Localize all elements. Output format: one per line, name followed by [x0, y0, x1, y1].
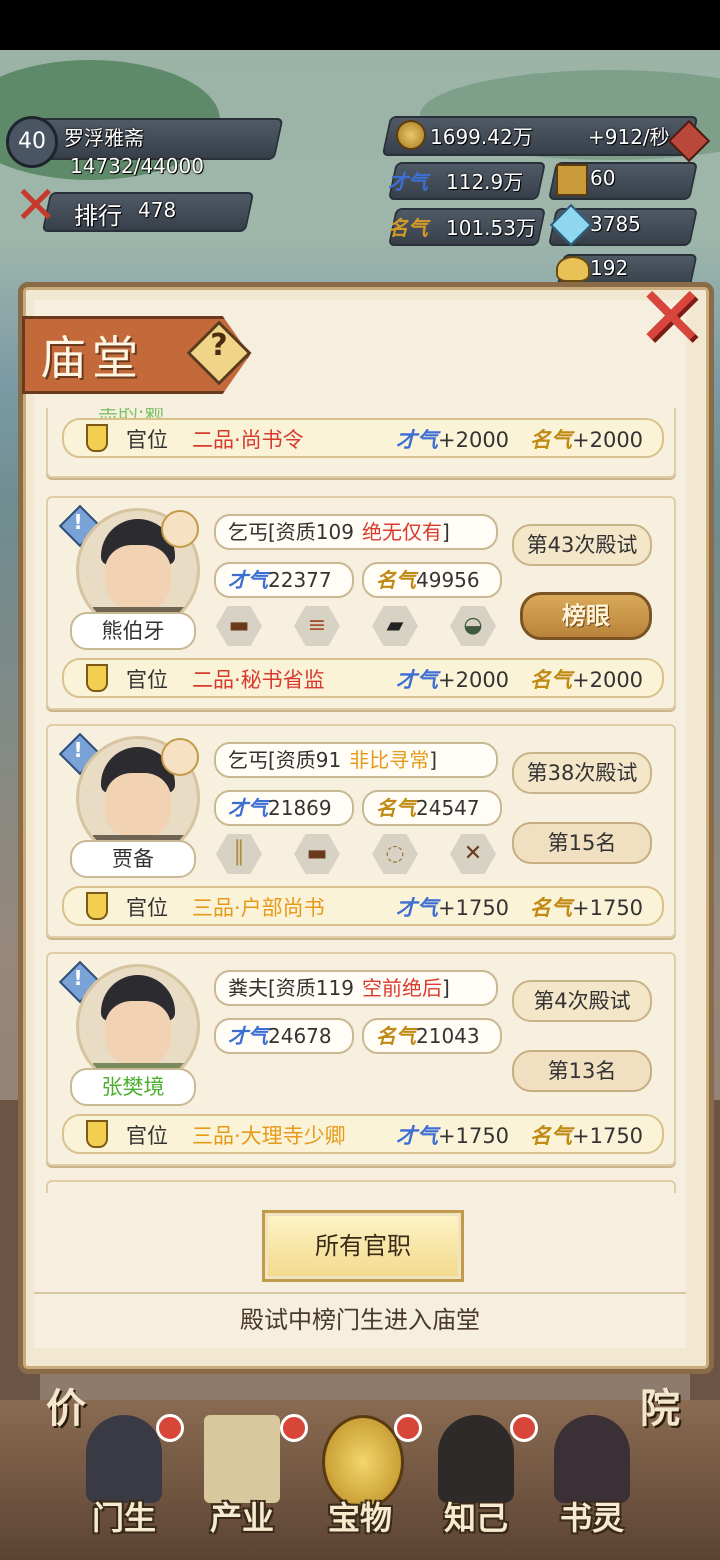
panel-title: 庙堂 [40, 331, 144, 385]
office-shield-icon [86, 892, 108, 920]
gold-seal-value: 60 [590, 166, 616, 190]
exp-text: 14732/44000 [70, 154, 204, 178]
talent-value: 21869 [268, 796, 332, 820]
talent-pill: 才气24678 [214, 1018, 354, 1054]
honor-badge: 榜眼 [520, 592, 652, 640]
office-shield-icon [86, 424, 108, 452]
office-fame-bonus: +2000 [572, 428, 644, 452]
help-glyph: ? [210, 328, 228, 363]
office-shield-icon [86, 1120, 108, 1148]
gem-value: 3785 [590, 212, 641, 236]
inkstick-icon: ▰ [386, 613, 404, 638]
bamboo-slips-icon: ║ [232, 841, 246, 866]
hud-talent-value: 112.9万 [446, 170, 524, 194]
office-label: 官位 [126, 428, 168, 452]
zither-icon: ▬ [228, 613, 250, 638]
office-title: 二品·秘书省监 [192, 668, 325, 692]
gold-seal-icon [556, 164, 588, 196]
office-talent-bonus: +1750 [438, 1124, 510, 1148]
partial-card[interactable]: 羔的·赖 官位 二品·尚书令 才气+2000 名气+2000 [46, 408, 676, 478]
talent-value: 24678 [268, 1024, 332, 1048]
ingot-value: 192 [590, 256, 629, 280]
hud-fame-value: 101.53万 [446, 216, 536, 240]
origin-pill: 粪夫[资质119 空前绝后] [214, 970, 498, 1006]
exam-round: 第43次殿试 [512, 524, 652, 566]
origin-pill: 乞丐[资质109 绝无仅有] [214, 514, 498, 550]
consort-portrait [161, 738, 199, 776]
footer-note: 殿试中榜门生进入庙堂 [240, 1306, 480, 1334]
office-row: 官位 三品·大理寺少卿 才气+1750 名气+1750 [62, 1114, 664, 1154]
quality-grade: 绝无仅有 [361, 520, 442, 544]
office-talent-bonus: +1750 [438, 896, 510, 920]
prayer-beads-icon: ◌ [385, 841, 405, 866]
book-spirit-icon [554, 1415, 630, 1503]
fame-pill: 名气24547 [362, 790, 502, 826]
origin-pill: 乞丐[资质91 非比寻常] [214, 742, 498, 778]
money-rate: +912/秒 [588, 125, 670, 149]
confidant-icon [438, 1415, 514, 1503]
disciple-card[interactable]: ! 张樊境 粪夫[资质119 空前绝后] 才气24678 名气21043 第4次殿… [46, 952, 676, 1166]
consort-portrait [161, 510, 199, 548]
fame-value: 24547 [416, 796, 480, 820]
exam-round: 第4次殿试 [512, 980, 652, 1022]
exam-round: 第38次殿试 [512, 752, 652, 794]
fame-pill: 名气21043 [362, 1018, 502, 1054]
divider [34, 1292, 686, 1294]
office-talent-bonus: +2000 [438, 668, 510, 692]
gold-ingot-icon [556, 256, 590, 282]
office-title: 三品·大理寺少卿 [192, 1124, 346, 1148]
fame-value: 49956 [416, 568, 480, 592]
disciple-name: 熊伯牙 [70, 612, 196, 650]
office-talent-bonus: +2000 [438, 428, 510, 452]
all-offices-button[interactable]: 所有官职 [262, 1210, 464, 1282]
quality-grade: 空前绝后 [361, 976, 442, 1000]
money-value: 1699.42万 [430, 125, 533, 149]
talent-pill: 才气22377 [214, 562, 354, 598]
zither-icon: ▬ [306, 841, 328, 866]
talent-pill: 才气21869 [214, 790, 354, 826]
level-badge: 40 [6, 116, 58, 168]
rank-label: 排行 [74, 202, 122, 230]
fame-value: 21043 [416, 1024, 480, 1048]
brushes-icon: ✕ [463, 841, 483, 866]
rank-value: 478 [138, 198, 177, 222]
rank-badge: 第15名 [512, 822, 652, 864]
close-icon[interactable]: ✕ [632, 275, 710, 359]
disciple-list[interactable]: 羔的·赖 官位 二品·尚书令 才气+2000 名气+2000 ! 熊伯牙 乞丐[… [44, 408, 676, 1193]
office-shield-icon [86, 664, 108, 692]
student-icon [86, 1415, 162, 1503]
talent-tag: 才气 [388, 170, 428, 194]
partial-card[interactable] [46, 1180, 676, 1193]
player-name: 罗浮雅斋 [64, 126, 144, 150]
office-row: 官位 二品·秘书省监 才气+2000 名气+2000 [62, 658, 664, 698]
office-fame-bonus: +1750 [572, 896, 644, 920]
copper-coin-icon [396, 120, 426, 150]
fame-tag: 名气 [388, 216, 428, 240]
talent-value: 22377 [268, 568, 332, 592]
map-icon [204, 1415, 280, 1503]
nav-book-spirit[interactable]: 书灵 [532, 1415, 652, 1555]
office-title: 二品·尚书令 [192, 428, 304, 452]
rank-badge: 第13名 [512, 1050, 652, 1092]
quality-grade: 非比寻常 [349, 748, 430, 772]
fame-pill: 名气49956 [362, 562, 502, 598]
disciple-name: 张樊境 [70, 1068, 196, 1106]
office-row: 官位 二品·尚书令 才气+2000 名气+2000 [62, 418, 664, 458]
disciple-card[interactable]: ! 熊伯牙 乞丐[资质109 绝无仅有] 才气22377 名气49956 第43次… [46, 496, 676, 710]
fame-tag: 名气 [530, 427, 572, 452]
office-fame-bonus: +1750 [572, 1124, 644, 1148]
notification-dot [156, 1414, 184, 1442]
office-title: 三品·户部尚书 [192, 896, 325, 920]
disciple-card[interactable]: ! 贾备 乞丐[资质91 非比寻常] 才气21869 名气24547 第38次殿试… [46, 724, 676, 938]
crossed-swords-icon: ✕ [14, 176, 58, 236]
office-row: 官位 三品·户部尚书 才气+1750 名气+1750 [62, 886, 664, 926]
disciple-name: 贾备 [70, 840, 196, 878]
office-fame-bonus: +2000 [572, 668, 644, 692]
inkstone-icon: ◒ [463, 613, 483, 638]
talent-tag: 才气 [396, 427, 438, 452]
scroll-icon: ≡ [307, 613, 327, 638]
